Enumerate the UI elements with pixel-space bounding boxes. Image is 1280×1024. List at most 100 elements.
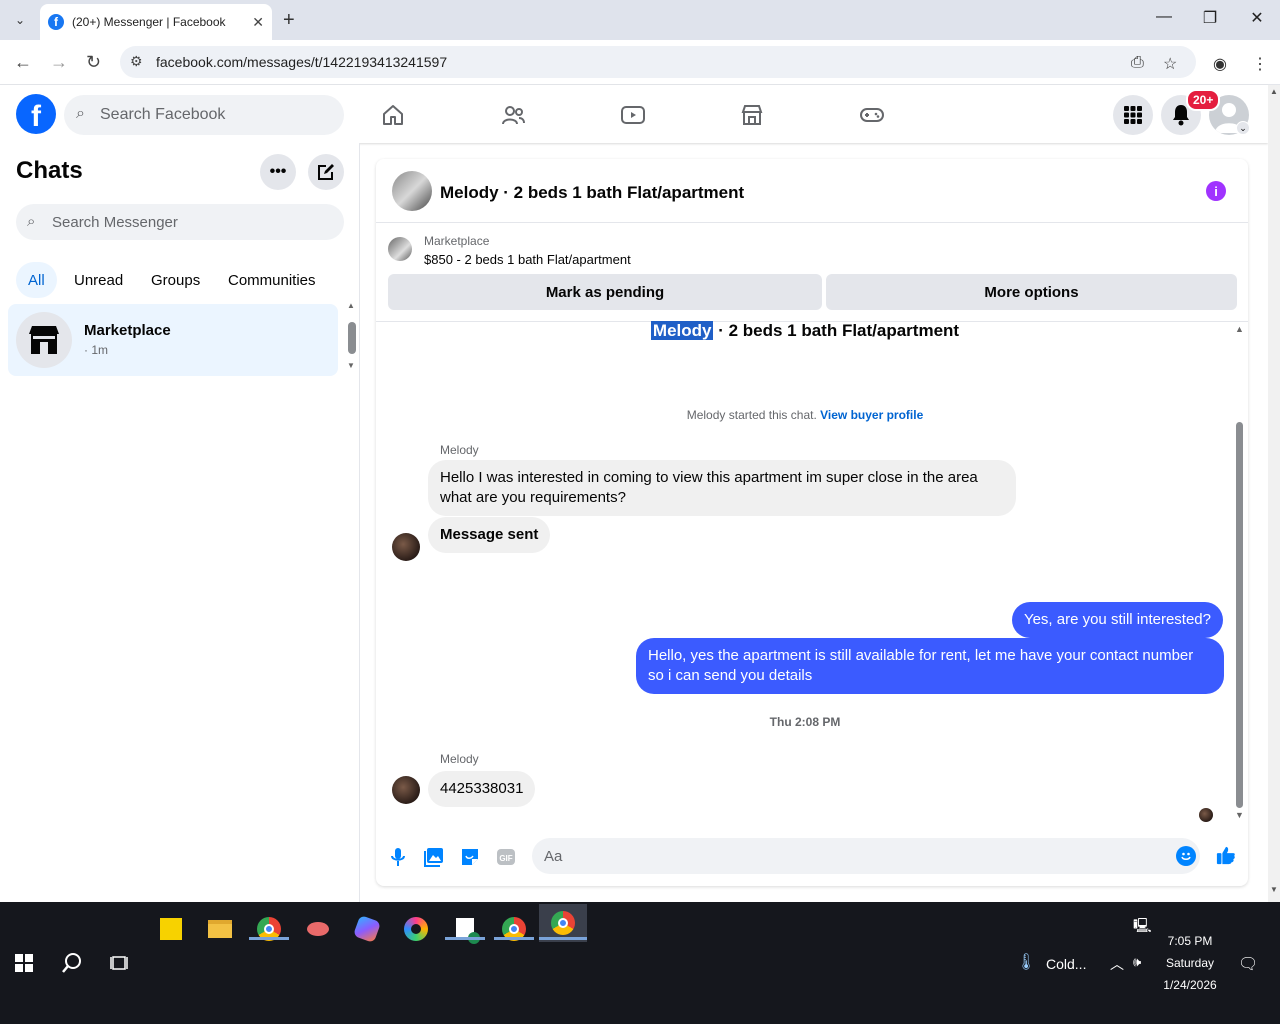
notification-center-icon[interactable]: 🗨 xyxy=(1238,954,1258,974)
photo-app-icon[interactable] xyxy=(396,909,436,949)
listing-avatar[interactable] xyxy=(392,171,432,211)
microphone-icon[interactable] xyxy=(388,847,408,867)
thread-scroll-thumb[interactable] xyxy=(1236,422,1243,808)
account-chevron-down-icon[interactable]: ⌄ xyxy=(1236,121,1250,135)
chrome-icon[interactable] xyxy=(249,909,289,949)
windows-start-icon[interactable] xyxy=(4,943,44,983)
page-scroll-up-icon[interactable]: ▲ xyxy=(1270,87,1278,96)
weather-text[interactable]: Cold... xyxy=(1046,956,1086,972)
sticky-notes-icon[interactable] xyxy=(151,909,191,949)
new-message-icon[interactable] xyxy=(308,154,344,190)
clock-day[interactable]: Saturday xyxy=(1160,956,1220,970)
copilot-icon[interactable] xyxy=(347,909,387,949)
forward-button[interactable]: → xyxy=(50,52,68,73)
clock-date[interactable]: 1/24/2026 xyxy=(1158,978,1222,992)
system-message: Melody started this chat. View buyer pro… xyxy=(376,408,1234,422)
chats-sidebar: Chats ••• ⌕ Search Messenger All Unread … xyxy=(0,143,360,902)
conversation-title[interactable]: Melody · 2 beds 1 bath Flat/apartment xyxy=(440,183,744,203)
marketplace-label: Marketplace xyxy=(424,234,490,248)
address-bar[interactable]: ⚙ facebook.com/messages/t/14221934132415… xyxy=(120,46,1196,78)
listing-title[interactable]: $850 - 2 beds 1 bath Flat/apartment xyxy=(424,252,631,267)
messenger-search-placeholder: Search Messenger xyxy=(52,213,178,231)
photo-icon[interactable] xyxy=(424,847,444,867)
like-thumbs-up-icon[interactable] xyxy=(1216,845,1236,865)
bookmark-star-icon[interactable]: ☆ xyxy=(1163,54,1177,74)
gif-icon[interactable]: GIF xyxy=(496,847,516,867)
chat-time: · 1m xyxy=(84,343,108,357)
melody-avatar[interactable] xyxy=(392,533,420,561)
maximize-button[interactable]: ❐ xyxy=(1187,8,1233,28)
network-icon[interactable]: 🖳 xyxy=(1133,915,1152,939)
sticker-icon[interactable] xyxy=(460,847,480,867)
close-tab-icon[interactable]: ✕ xyxy=(252,14,264,31)
gaming-icon[interactable] xyxy=(858,101,886,129)
incoming-message[interactable]: Message sent xyxy=(428,517,551,553)
url-text: facebook.com/messages/t/1422193413241597 xyxy=(156,54,448,70)
melody-avatar[interactable] xyxy=(392,776,420,804)
menu-grid-icon[interactable] xyxy=(1113,95,1153,135)
browser-menu-icon[interactable]: ⋮ xyxy=(1252,54,1268,74)
filter-all[interactable]: All xyxy=(16,262,57,298)
info-icon[interactable]: i xyxy=(1206,181,1226,201)
message-input-placeholder: Aa xyxy=(544,847,563,865)
tab-search-button[interactable]: ⌄ xyxy=(8,8,32,32)
incoming-message[interactable]: 4425338031 xyxy=(428,771,536,807)
facebook-search-input[interactable]: ⌕ Search Facebook xyxy=(64,95,344,135)
message-input[interactable]: Aa xyxy=(532,838,1200,874)
clock-time[interactable]: 7:05 PM xyxy=(1160,934,1220,948)
tray-chevron-up-icon[interactable]: ︿ xyxy=(1110,954,1124,974)
marketplace-icon[interactable] xyxy=(738,101,766,129)
filter-groups[interactable]: Groups xyxy=(139,262,212,298)
filter-communities[interactable]: Communities xyxy=(216,262,328,298)
message-composer: GIF Aa xyxy=(376,827,1248,886)
scroll-up-icon[interactable]: ▲ xyxy=(347,301,355,310)
file-explorer-icon[interactable] xyxy=(200,909,240,949)
facebook-logo-icon[interactable]: f xyxy=(16,94,56,134)
view-buyer-profile-link[interactable]: View buyer profile xyxy=(820,408,923,422)
more-options-icon[interactable]: ••• xyxy=(260,154,296,190)
scroll-down-icon[interactable]: ▼ xyxy=(347,361,355,370)
more-options-button[interactable]: More options xyxy=(826,274,1237,310)
new-tab-button[interactable]: + xyxy=(283,9,295,32)
filter-unread[interactable]: Unread xyxy=(62,262,135,298)
back-button[interactable]: ← xyxy=(14,52,32,73)
outgoing-message[interactable]: Hello, yes the apartment is still availa… xyxy=(636,638,1224,694)
minimize-button[interactable]: — xyxy=(1141,8,1187,26)
conversation-header: Melody · 2 beds 1 bath Flat/apartment i xyxy=(376,159,1248,223)
profile-icon[interactable]: ◉ xyxy=(1213,54,1227,74)
tab-title: (20+) Messenger | Facebook xyxy=(72,15,226,29)
browser-toolbar: ← → ↻ ⚙ facebook.com/messages/t/14221934… xyxy=(0,40,1280,85)
snipping-tool-icon[interactable] xyxy=(298,909,338,949)
message-timestamp: Thu 2:08 PM xyxy=(769,715,841,729)
incoming-message[interactable]: Hello I was interested in coming to view… xyxy=(428,460,1016,516)
friends-icon[interactable] xyxy=(499,101,527,129)
search-icon[interactable] xyxy=(52,943,92,983)
page-scrollbar[interactable]: ▲ ▼ xyxy=(1268,85,1280,902)
chats-title: Chats xyxy=(16,157,83,184)
install-app-icon[interactable]: ⎙ xyxy=(1131,54,1144,72)
facebook-header: f ⌕ Search Facebook ⌄ xyxy=(0,85,1268,143)
home-icon[interactable] xyxy=(379,101,407,129)
mark-as-pending-button[interactable]: Mark as pending xyxy=(388,274,822,310)
thread-scroll-down-icon[interactable]: ▼ xyxy=(1235,810,1244,820)
video-icon[interactable] xyxy=(619,101,647,129)
scroll-thumb[interactable] xyxy=(348,322,356,354)
chat-list-item-marketplace[interactable]: Marketplace · 1m xyxy=(8,304,338,376)
close-window-button[interactable]: ✕ xyxy=(1234,8,1280,28)
thread-scroll-up-icon[interactable]: ▲ xyxy=(1235,324,1244,334)
listing-thumbnail xyxy=(388,237,412,261)
volume-icon[interactable]: 🕪 xyxy=(1133,954,1141,970)
page-scroll-down-icon[interactable]: ▼ xyxy=(1270,885,1278,894)
browser-tab[interactable]: f (20+) Messenger | Facebook ✕ xyxy=(40,4,272,40)
messenger-search-input[interactable]: ⌕ Search Messenger xyxy=(16,204,344,240)
site-info-icon[interactable]: ⚙ xyxy=(130,53,143,70)
outgoing-message[interactable]: Yes, are you still interested? xyxy=(1011,602,1223,638)
task-view-icon[interactable] xyxy=(100,943,140,983)
chrome-profile-icon[interactable] xyxy=(494,909,534,949)
emoji-icon[interactable] xyxy=(1176,846,1196,866)
weather-thermometer-icon[interactable]: 🌡 xyxy=(1016,952,1036,972)
chat-list-scrollbar[interactable]: ▲ ▼ xyxy=(347,301,357,373)
reload-button[interactable]: ↻ xyxy=(86,52,101,73)
notification-badge: 20+ xyxy=(1186,89,1221,111)
document-app-icon[interactable] xyxy=(445,909,485,949)
